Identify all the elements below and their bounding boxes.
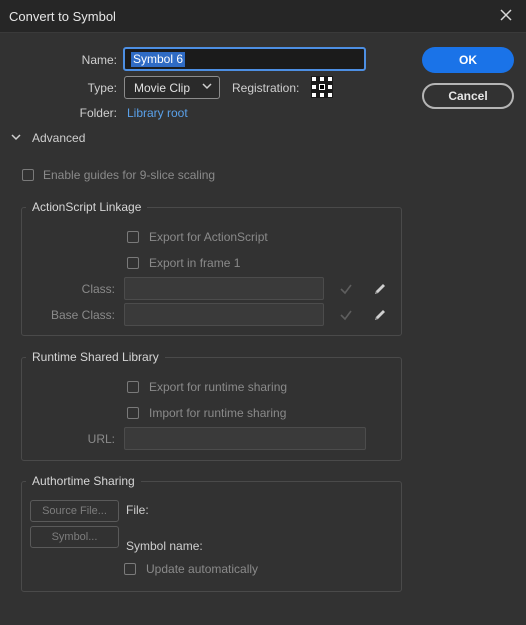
close-icon[interactable] — [496, 5, 516, 25]
url-label: URL: — [87, 432, 115, 446]
name-label: Name: — [81, 53, 117, 67]
check-icon[interactable] — [338, 281, 354, 297]
source-file-button[interactable]: Source File... — [30, 500, 119, 522]
base-class-input[interactable] — [124, 303, 324, 326]
chevron-down-icon — [200, 79, 214, 93]
actionscript-linkage-title: ActionScript Linkage — [26, 200, 148, 214]
cancel-button[interactable]: Cancel — [422, 83, 514, 109]
advanced-toggle[interactable]: Advanced — [32, 131, 85, 145]
export-actionscript-checkbox[interactable] — [127, 231, 139, 243]
folder-link[interactable]: Library root — [127, 106, 188, 120]
runtime-shared-library-title: Runtime Shared Library — [26, 350, 165, 364]
import-runtime-label: Import for runtime sharing — [149, 406, 287, 420]
url-input[interactable] — [124, 427, 366, 450]
base-class-label: Base Class: — [50, 308, 115, 322]
title-bar: Convert to Symbol — [0, 0, 526, 33]
pencil-icon[interactable] — [372, 307, 388, 323]
name-input[interactable]: Symbol 6 — [123, 47, 366, 71]
export-frame1-label: Export in frame 1 — [149, 256, 241, 270]
update-automatically-checkbox[interactable] — [124, 563, 136, 575]
ok-button[interactable]: OK — [422, 47, 514, 73]
nine-slice-label: Enable guides for 9-slice scaling — [43, 168, 216, 182]
type-select[interactable]: Movie Clip — [124, 76, 220, 99]
authortime-sharing-title: Authortime Sharing — [26, 474, 141, 488]
file-label: File: — [126, 503, 149, 517]
export-runtime-label: Export for runtime sharing — [149, 380, 288, 394]
export-runtime-checkbox[interactable] — [127, 381, 139, 393]
type-label: Type: — [87, 81, 117, 95]
folder-label: Folder: — [79, 106, 117, 120]
export-frame1-checkbox[interactable] — [127, 257, 139, 269]
name-value: Symbol 6 — [131, 52, 186, 67]
class-label: Class: — [81, 282, 115, 296]
pencil-icon[interactable] — [372, 281, 388, 297]
import-runtime-checkbox[interactable] — [127, 407, 139, 419]
advanced-toggle-icon[interactable] — [10, 131, 22, 143]
nine-slice-checkbox[interactable] — [22, 169, 34, 181]
export-actionscript-label: Export for ActionScript — [149, 230, 268, 244]
type-value: Movie Clip — [134, 81, 191, 95]
registration-label: Registration: — [232, 81, 300, 95]
update-automatically-label: Update automatically — [146, 562, 259, 576]
symbol-name-label: Symbol name: — [126, 539, 203, 553]
registration-grid-icon[interactable] — [311, 76, 333, 98]
symbol-button[interactable]: Symbol... — [30, 526, 119, 548]
check-icon[interactable] — [338, 307, 354, 323]
class-input[interactable] — [124, 277, 324, 300]
dialog-title: Convert to Symbol — [9, 9, 116, 24]
